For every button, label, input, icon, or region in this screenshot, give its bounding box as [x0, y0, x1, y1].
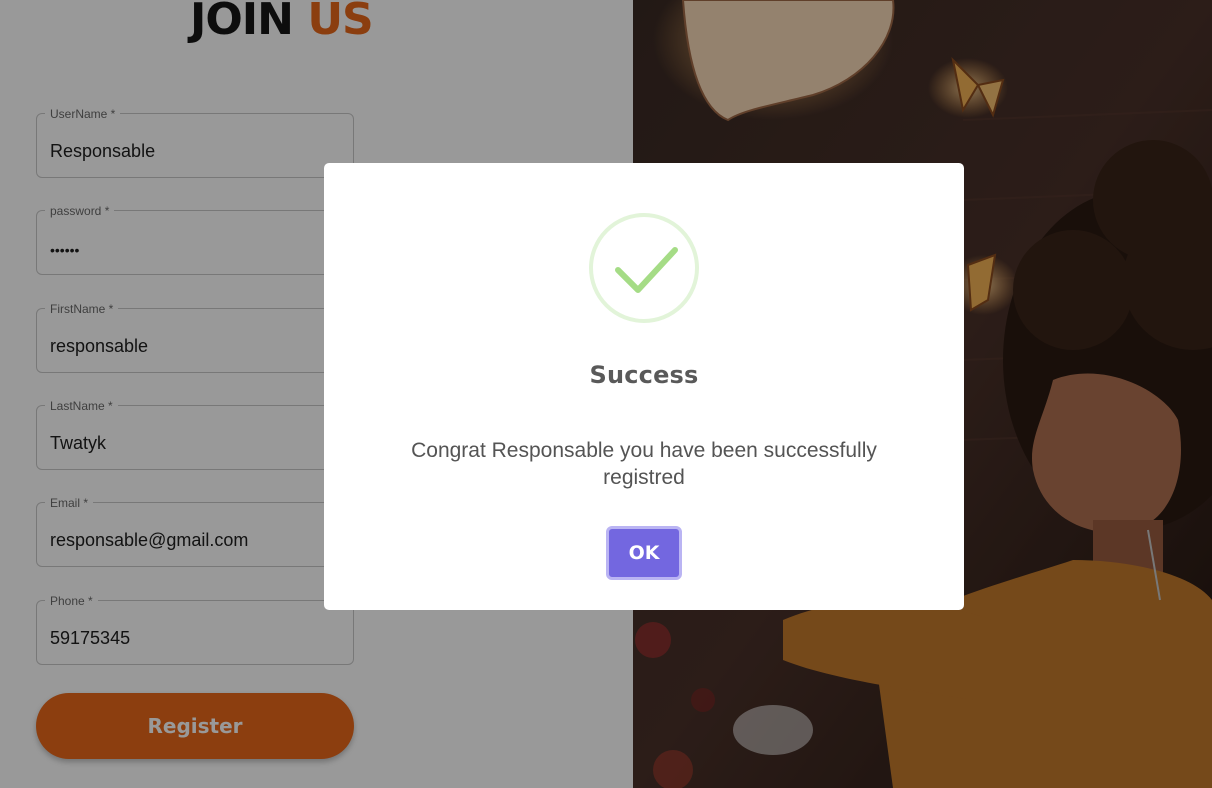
success-check-icon — [589, 213, 699, 323]
dialog-message: Congrat Responsable you have been succes… — [411, 439, 877, 489]
ok-button[interactable]: OK — [606, 526, 682, 580]
success-dialog: Success Congrat Responsable you have bee… — [324, 163, 964, 610]
check-icon — [615, 247, 678, 293]
dialog-title: Success — [589, 361, 699, 389]
